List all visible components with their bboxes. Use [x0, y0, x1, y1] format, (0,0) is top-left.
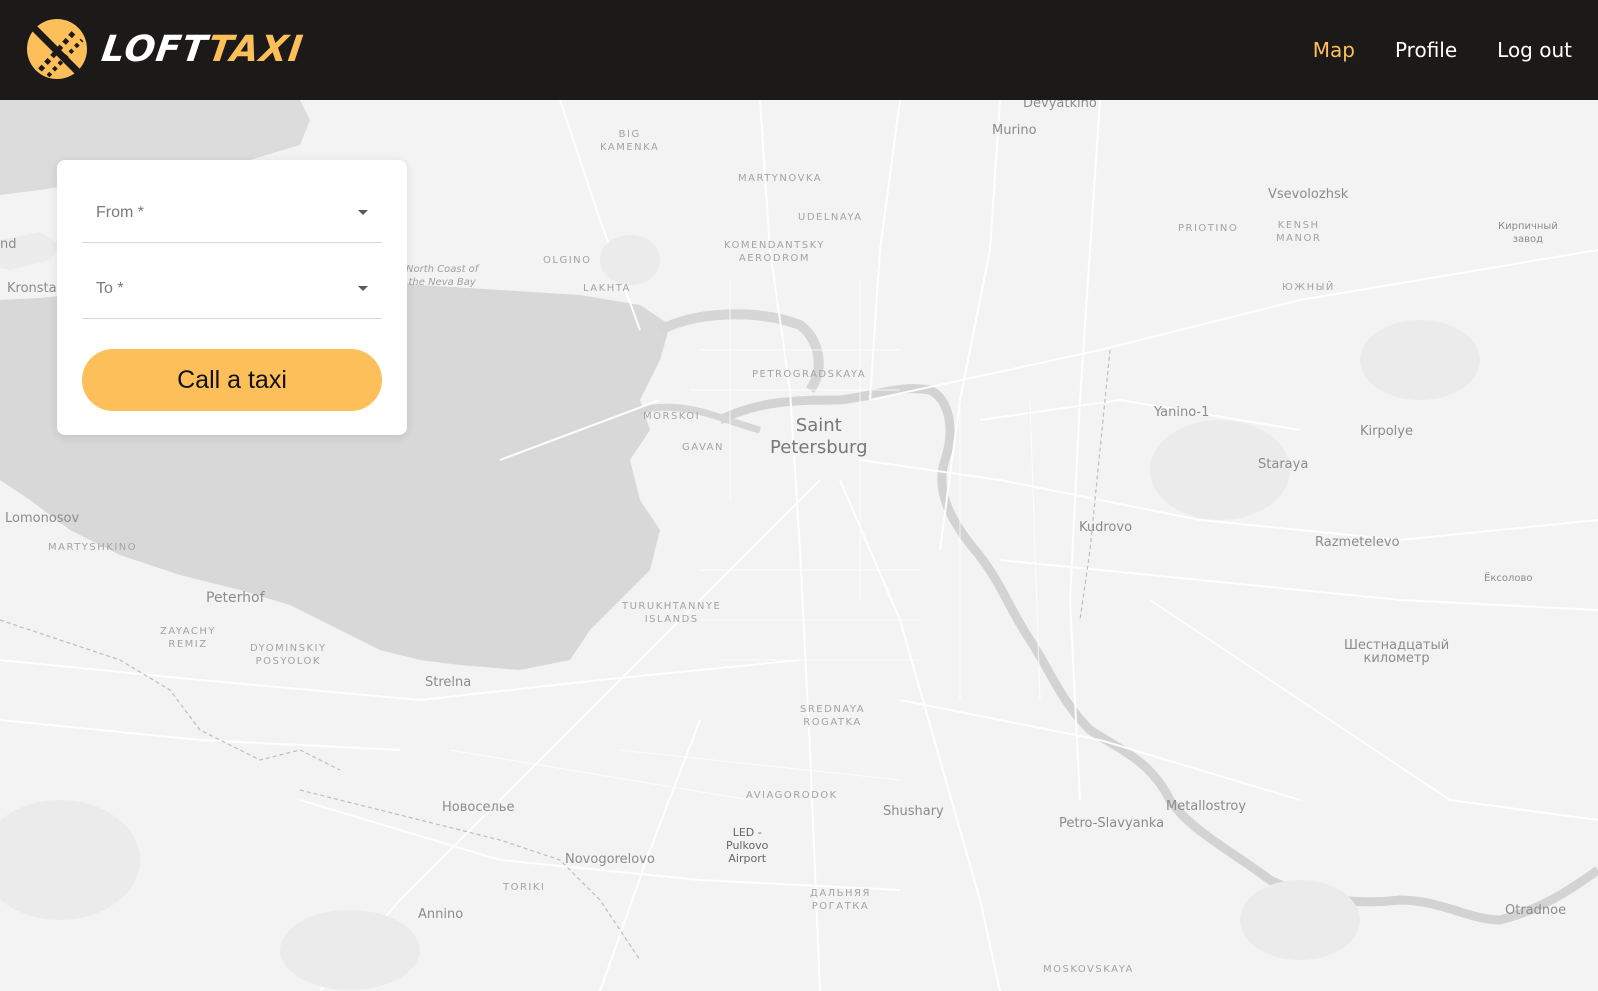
map-label: Peterhof: [206, 590, 265, 606]
map-label: Annino: [418, 907, 464, 922]
order-card: From * To * Call a taxi: [57, 160, 407, 435]
map-label: UDELNAYA: [798, 212, 863, 223]
map-label: Kudrovo: [1079, 520, 1133, 535]
main-nav: Map Profile Log out: [1313, 0, 1572, 100]
logo-text-taxi: TAXI: [205, 28, 306, 70]
nav-logout-link[interactable]: Log out: [1497, 38, 1572, 62]
nav-map-link[interactable]: Map: [1313, 38, 1355, 62]
map-label: MOSKOVSKAYA: [1043, 964, 1134, 975]
map-label: Shushary: [883, 804, 944, 819]
map-label: Шестнадцатый километр: [1344, 638, 1450, 666]
map-label-airport: LED - Pulkovo Airport: [726, 826, 769, 865]
to-select-label: To *: [96, 280, 124, 297]
app-header: LOFTTAXI Map Profile Log out: [0, 0, 1598, 100]
map-label: Кирпичный завод: [1498, 221, 1558, 245]
map-label: Petro-Slavyanka: [1059, 816, 1165, 831]
map-label: Murino: [992, 123, 1037, 138]
map-label: DYOMINSKIY POSYOLOK: [250, 643, 327, 667]
map-label: LAKHTA: [583, 283, 631, 294]
map-label: Devyatkino: [1023, 100, 1097, 111]
map-label: North Coast of the Neva Bay: [406, 264, 479, 288]
map-label: Vsevolozhsk: [1268, 187, 1349, 202]
to-select[interactable]: To *: [82, 248, 382, 319]
map-label: Strelna: [425, 675, 472, 690]
from-select[interactable]: From *: [82, 172, 382, 243]
map-label: Staraya: [1258, 457, 1309, 472]
map-label: Ёксолово: [1484, 573, 1533, 584]
logo-text: LOFTTAXI: [99, 29, 306, 70]
map-label: AVIAGORODOK: [746, 790, 838, 801]
map-label: ЮЖНЫЙ: [1282, 282, 1335, 293]
nav-profile-link[interactable]: Profile: [1395, 38, 1457, 62]
map-label: OLGINO: [543, 255, 592, 266]
map-label: MARTYSHKINO: [48, 542, 138, 553]
from-select-label: From *: [96, 204, 144, 221]
map-label: Otradnoe: [1505, 903, 1567, 918]
map-label: KOMENDANTSKY AERODROM: [724, 240, 825, 264]
to-dropdown-arrow-icon: [358, 286, 368, 291]
map-label: PETROGRADSKAYA: [752, 369, 867, 380]
map-label: Kirpolye: [1360, 424, 1413, 439]
map-label: Novogorelovo: [565, 852, 655, 867]
from-dropdown-arrow-icon: [358, 210, 368, 215]
map-label: SREDNAYA ROGATKA: [800, 704, 866, 728]
logo[interactable]: LOFTTAXI: [26, 18, 306, 80]
map-label: GAVAN: [682, 442, 724, 453]
map-label: KENSH MANOR: [1276, 220, 1322, 244]
map-label: BIG KAMENKA: [600, 129, 660, 153]
map-label-saint-petersburg: Saint Petersburg: [770, 415, 868, 458]
logo-icon: [27, 19, 87, 79]
call-taxi-button[interactable]: Call a taxi: [82, 349, 382, 411]
map-label: Razmetelevo: [1315, 535, 1400, 550]
map-label: ДАЛЬНЯЯ РОГАТКА: [810, 888, 871, 912]
map-label: MARTYNOVKA: [738, 173, 823, 184]
map-label: Yanino-1: [1154, 405, 1210, 420]
map-label: PRIOTINO: [1178, 223, 1239, 234]
map-label: Lomonosov: [5, 511, 80, 526]
map-label: TORIKI: [503, 882, 546, 893]
map-label: nd: [0, 237, 17, 252]
map-label: Metallostroy: [1166, 799, 1247, 814]
map-label: ZAYACHY REMIZ: [160, 626, 217, 650]
map-label: TURUKHTANNYE ISLANDS: [622, 601, 722, 625]
map-label: Новоселье: [442, 800, 515, 815]
map-label: MORSKOI: [643, 411, 701, 422]
logo-text-loft: LOFT: [99, 28, 212, 70]
